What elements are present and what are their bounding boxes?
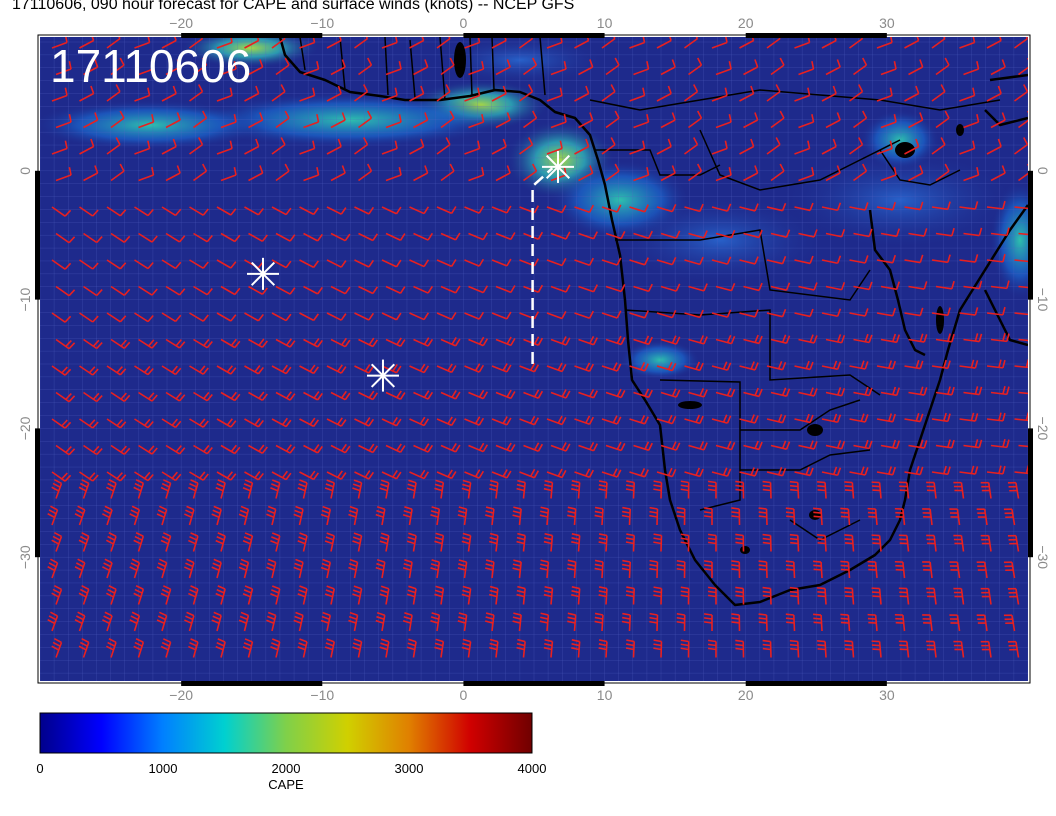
lon-tick-label: 10 [597,687,613,703]
star-marker-3 [541,150,574,183]
lon-tick-label: 30 [879,15,895,31]
lon-tick-label: −10 [310,15,334,31]
lon-tick-label: 10 [597,15,613,31]
lon-tick-labels-top: −20 −10 0 10 20 30 [169,15,895,31]
lon-tick-label: −20 [169,15,193,31]
colorbar-tick-label: 3000 [395,761,424,776]
lat-tick-label: 0 [1035,167,1051,175]
lat-tick-label: −10 [1035,288,1051,312]
forecast-map: −20 −10 0 10 20 30 −20 −10 0 10 20 30 0 −10 −20 −30 0… [17,15,1051,792]
lon-tick-label: 20 [738,15,754,31]
lon-tick-labels-bottom: −20 −10 0 10 20 30 [169,687,895,703]
colorbar-label: CAPE [268,777,304,792]
date-stamp: 17110606 [50,40,251,92]
lat-tick-label: −10 [17,288,33,312]
lon-tick-label: 0 [460,687,468,703]
star-marker-2 [366,359,399,392]
lon-tick-label: −20 [169,687,193,703]
lon-tick-label: 20 [738,687,754,703]
lat-tick-label: −30 [17,545,33,569]
lon-tick-label: 0 [460,15,468,31]
lat-tick-label: 0 [17,167,33,175]
lat-tick-label: −20 [17,416,33,440]
star-marker-1 [247,257,280,290]
lat-tick-labels-left: 0 −10 −20 −30 [17,167,33,569]
lat-tick-label: −30 [1035,545,1051,569]
colorbar-tick-label: 2000 [272,761,301,776]
lat-tick-labels-right: 0 −10 −20 −30 [1035,167,1051,569]
colorbar-tick-label: 1000 [149,761,178,776]
colorbar-tick-labels: 0 1000 2000 3000 4000 [36,761,546,776]
colorbar [39,712,533,754]
lon-tick-label: 30 [879,687,895,703]
lon-tick-label: −10 [310,687,334,703]
lat-tick-label: −20 [1035,417,1051,441]
colorbar-tick-label: 0 [36,761,43,776]
colorbar-tick-label: 4000 [518,761,547,776]
